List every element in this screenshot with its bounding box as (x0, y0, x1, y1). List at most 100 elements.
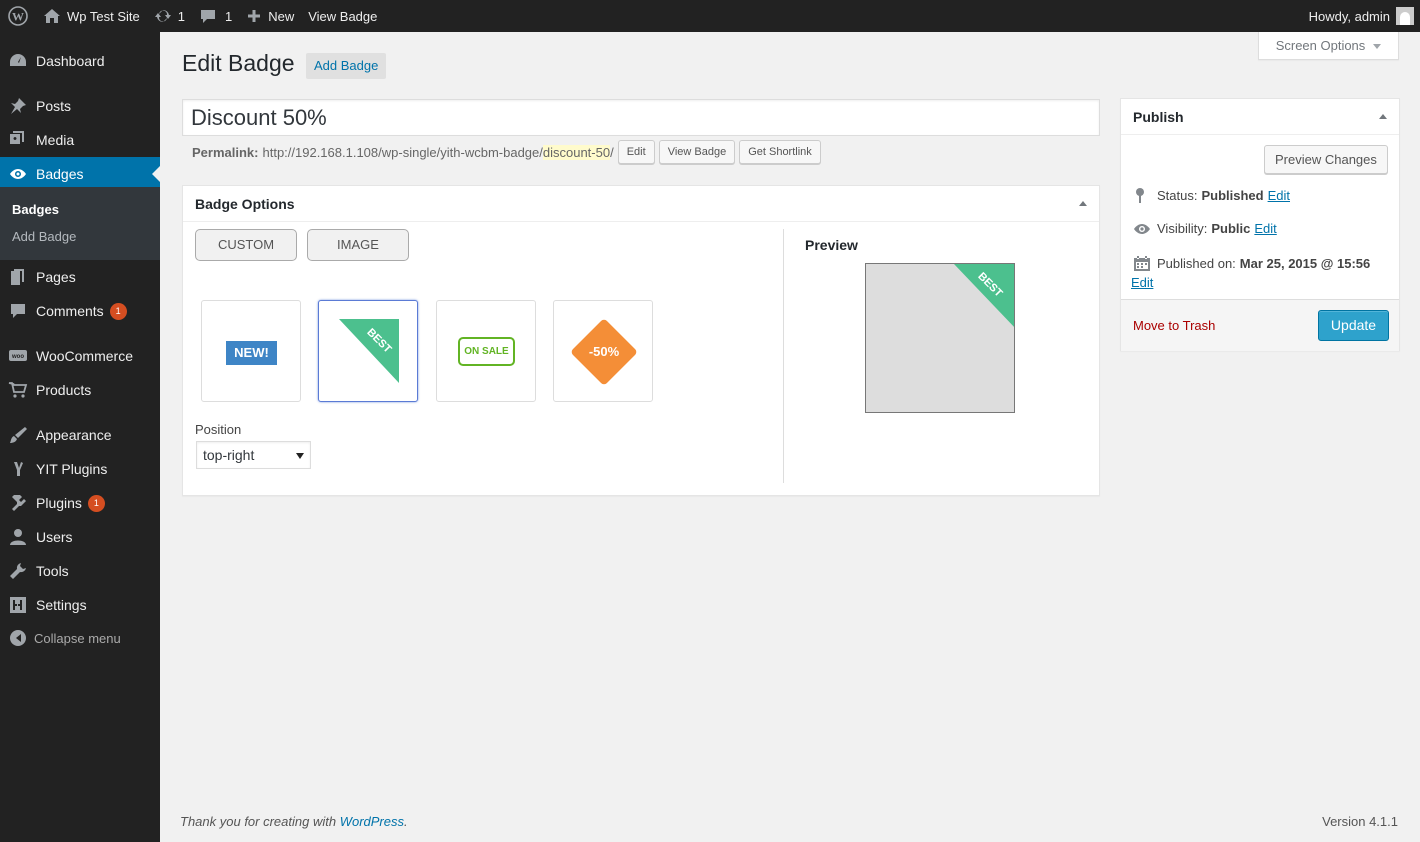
wordpress-logo-icon[interactable]: W (0, 0, 36, 32)
site-name-link[interactable]: Wp Test Site (36, 0, 147, 32)
sidebar-item-label: Products (36, 382, 92, 398)
avatar (1396, 7, 1414, 25)
pin-icon (1136, 188, 1144, 203)
publish-box: Publish Preview Changes Status: Publishe… (1120, 98, 1400, 351)
get-shortlink-button[interactable]: Get Shortlink (739, 140, 821, 164)
on-sale-badge: ON SALE (458, 337, 515, 366)
tab-custom[interactable]: CUSTOM (195, 229, 297, 261)
visibility-row: Visibility: Public Edit (1133, 221, 1277, 236)
submenu-item-add-badge[interactable]: Add Badge (12, 229, 76, 244)
published-on-label: Published on: (1157, 256, 1236, 271)
wordpress-link[interactable]: WordPress (340, 814, 404, 829)
badge-options-title: Badge Options (195, 195, 295, 212)
edit-date-link[interactable]: Edit (1131, 275, 1153, 290)
badge-options-header[interactable]: Badge Options (183, 186, 1099, 222)
tab-image[interactable]: IMAGE (307, 229, 409, 261)
edit-status-link[interactable]: Edit (1268, 188, 1290, 203)
sidebar-item-label: Posts (36, 98, 72, 114)
sidebar-item-pages[interactable]: Pages (0, 260, 160, 294)
badge-option-on-sale[interactable]: ON SALE (436, 300, 536, 402)
sidebar-item-settings[interactable]: Settings (0, 588, 160, 622)
publish-title: Publish (1133, 108, 1184, 125)
published-on-row: Published on: Mar 25, 2015 @ 15:56 (1133, 255, 1370, 272)
badge-option-best[interactable]: BEST (318, 300, 418, 402)
media-icon (10, 131, 24, 144)
permalink-slug[interactable]: discount-50 (542, 144, 611, 160)
footer-thanks-text: Thank you for creating with (180, 814, 340, 829)
my-account-link[interactable]: Howdy, admin (1302, 0, 1420, 32)
collapse-arrow-icon (10, 630, 26, 646)
brush-icon (10, 427, 27, 443)
sidebar-item-plugins[interactable]: Plugins 1 (0, 486, 160, 520)
cart-icon (8, 382, 28, 398)
footer-version: Version 4.1.1 (1322, 814, 1398, 829)
edit-visibility-link[interactable]: Edit (1254, 221, 1276, 236)
position-label: Position (195, 422, 242, 437)
submenu-item-badges[interactable]: Badges (12, 202, 59, 217)
add-badge-button[interactable]: Add Badge (306, 53, 387, 79)
sidebar-item-label: Plugins (36, 495, 82, 511)
publish-header[interactable]: Publish (1121, 99, 1399, 135)
sidebar-item-woocommerce[interactable]: woo WooCommerce (0, 339, 160, 373)
home-icon (44, 9, 60, 23)
sidebar-item-posts[interactable]: Posts (0, 89, 160, 123)
permalink-base[interactable]: http://192.168.1.108/wp-single/yith-wcbm… (262, 145, 542, 160)
comments-link[interactable]: 1 (192, 0, 239, 32)
sidebar-item-badges[interactable]: Badges (0, 157, 160, 191)
sidebar-item-users[interactable]: Users (0, 520, 160, 554)
sidebar-item-appearance[interactable]: Appearance (0, 418, 160, 452)
view-badge-label: View Badge (308, 8, 378, 24)
post-title-input[interactable]: Discount 50% (182, 99, 1100, 136)
sidebar-item-label: Tools (36, 563, 69, 579)
move-to-trash-link[interactable]: Move to Trash (1133, 318, 1215, 333)
sidebar-item-label: Pages (36, 269, 76, 285)
badge-option-new[interactable]: NEW! (201, 300, 301, 402)
footer-period: . (404, 814, 408, 829)
update-button[interactable]: Update (1318, 310, 1389, 341)
sidebar-item-dashboard[interactable]: Dashboard (0, 44, 160, 78)
permalink-end: / (610, 144, 614, 160)
sidebar-item-tools[interactable]: Tools (0, 554, 160, 588)
calendar-icon (1134, 256, 1150, 271)
comments-count: 1 (224, 8, 233, 24)
edit-permalink-button[interactable]: Edit (617, 140, 655, 164)
visibility-value: Public (1211, 221, 1251, 236)
new-content-link[interactable]: New (239, 0, 301, 32)
eye-icon (1134, 223, 1150, 234)
sidebar-item-label: Users (36, 529, 73, 545)
sidebar-item-media[interactable]: Media (0, 123, 160, 157)
sidebar-item-label: Dashboard (36, 53, 105, 69)
badge-preview: BEST (865, 263, 1015, 413)
footer-thanks: Thank you for creating with WordPress. (180, 814, 408, 829)
toggle-arrow-icon[interactable] (1079, 197, 1087, 206)
sidebar-item-label: Settings (36, 597, 87, 613)
updates-icon (154, 9, 171, 23)
dropdown-arrow-icon (296, 452, 304, 463)
plugin-icon (12, 495, 26, 511)
woocommerce-icon: woo (9, 350, 27, 361)
sidebar-item-products[interactable]: Products (0, 373, 160, 407)
user-icon (10, 529, 26, 545)
permalink-row: Permalink: http://192.168.1.108/wp-singl… (192, 140, 821, 164)
toggle-arrow-icon[interactable] (1379, 110, 1387, 119)
best-triangle-icon (339, 319, 399, 383)
badge-option-discount[interactable]: -50% (553, 300, 653, 402)
badge-options-box: Badge Options CUSTOM IMAGE NEW! BEST ON … (182, 185, 1100, 496)
collapse-menu-button[interactable]: Collapse menu (10, 630, 121, 646)
updates-link[interactable]: 1 (147, 0, 192, 32)
comment-icon (200, 10, 215, 23)
position-select[interactable]: top-right (196, 441, 311, 469)
howdy-text: Howdy, admin (1308, 8, 1390, 24)
sidebar-item-comments[interactable]: Comments 1 (0, 294, 160, 328)
status-row: Status: Published Edit (1133, 187, 1290, 203)
options-divider (783, 229, 784, 483)
sidebar-item-label: WooCommerce (36, 348, 133, 364)
publish-actions: Move to Trash Update (1121, 299, 1399, 351)
view-badge-button[interactable]: View Badge (658, 140, 736, 164)
settings-icon (10, 597, 26, 613)
view-badge-link[interactable]: View Badge (301, 0, 384, 32)
screen-options-button[interactable]: Screen Options (1258, 32, 1399, 60)
preview-changes-button[interactable]: Preview Changes (1264, 145, 1388, 174)
sidebar-item-yit-plugins[interactable]: YIT Plugins (0, 452, 160, 486)
preview-label: Preview (805, 237, 858, 253)
